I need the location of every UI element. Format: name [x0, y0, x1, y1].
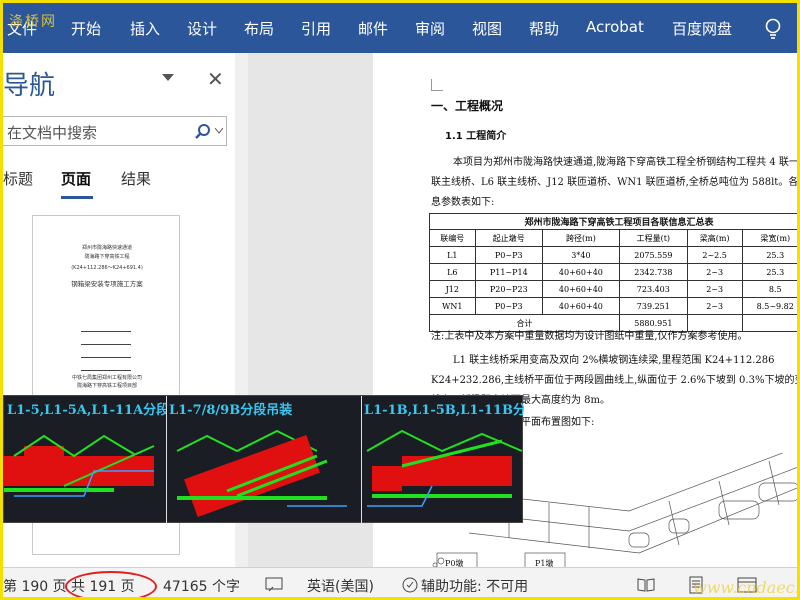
tab-home[interactable]: 开始: [71, 18, 101, 39]
accessibility-status[interactable]: 辅助功能: 不可用: [421, 576, 528, 596]
table-cell: L6: [429, 263, 476, 281]
table-cell: 40+60+40: [541, 280, 620, 298]
table-cell: 739.251: [618, 297, 688, 315]
table-caption: 郑州市陇海路下穿高铁工程项目各联信息汇总表: [429, 213, 797, 229]
lift-panel-caption: L1-1B,L1-5B,L1-11B分段吊装: [364, 403, 524, 418]
highlight-ring: [65, 571, 157, 597]
tab-acrobat[interactable]: Acrobat: [586, 18, 644, 36]
read-mode-icon[interactable]: [637, 577, 655, 593]
table-cell: 8.5~9.82: [741, 297, 797, 315]
search-box[interactable]: 在文档中搜索: [3, 116, 227, 146]
heading-2: 1.1 工程简介: [445, 131, 507, 142]
language[interactable]: 英语(美国): [307, 576, 374, 596]
tab-view[interactable]: 视图: [472, 18, 502, 39]
table-row: WN1 P0~P3 40+60+40 739.251 2~3 8.5~9.82: [429, 297, 797, 315]
tab-results[interactable]: 结果: [121, 168, 151, 189]
table-cell: 2075.559: [618, 246, 688, 264]
active-tab-indicator: [61, 196, 93, 199]
info-table: 郑州市陇海路下穿高铁工程项目各联信息汇总表 联编号 起止墩号 跨径(m) 工程量…: [429, 213, 797, 332]
table-cell: 40+60+40: [541, 263, 620, 281]
column-header: 跨径(m): [541, 229, 620, 247]
site-watermark: www.cndaec.com: [693, 578, 800, 597]
search-icon[interactable]: [193, 122, 213, 142]
caret-down-icon[interactable]: [215, 128, 223, 134]
accessibility-icon[interactable]: [401, 576, 419, 594]
tab-mailings[interactable]: 邮件: [358, 18, 388, 39]
lightbulb-icon[interactable]: [763, 17, 783, 41]
table-cell: L1: [429, 246, 476, 264]
table-cell: J12: [429, 280, 476, 298]
table-cell: 25.3: [741, 263, 797, 281]
thumbnail-footer: 陇海路下穿高铁工程项目部: [76, 383, 137, 389]
paragraph-line: K24+232.286,主线桥平面位于两段圆曲线上,纵面位于 2.6%下坡到 0…: [431, 375, 800, 386]
table-cell: WN1: [429, 297, 476, 315]
tab-review[interactable]: 审阅: [415, 18, 445, 39]
tab-pages[interactable]: 页面: [61, 168, 91, 189]
thumbnail-footer: 中铁七局集团郑州工程有限公司: [71, 375, 142, 381]
table-row: L1 P0~P3 3*40 2075.559 2~2.5 25.3: [429, 246, 797, 264]
tab-design[interactable]: 设计: [187, 18, 217, 39]
table-cell: 2~3: [686, 280, 743, 298]
table-note: 注:上表中及本方案中重量数据均为设计图纸中重量,仅作方案参考使用。: [431, 331, 748, 342]
page-number[interactable]: 第 190 页: [3, 576, 67, 596]
column-header: 梁高(m): [686, 229, 743, 247]
column-header: 起止墩号: [474, 229, 543, 247]
table-cell: 2~3: [686, 297, 743, 315]
table-header-row: 联编号 起止墩号 跨径(m) 工程量(t) 梁高(m) 梁宽(m): [429, 229, 797, 247]
watermark-logo: 涤桥网: [9, 14, 57, 30]
table-row: J12 P20~P23 40+60+40 723.403 2~3 8.5: [429, 280, 797, 298]
paragraph-line: 本项目为郑州市陇海路快速通道,陇海路下穿高铁工程全桥钢结构工程共 4 联一: [453, 157, 799, 168]
cad-overlay-image: L1-5,L1-5A,L1-11A分段吊装 L1-7/8/9B分段吊装: [3, 395, 524, 524]
column-header: 工程量(t): [618, 229, 688, 247]
table-row: L6 P11~P14 40+60+40 2342.738 2~3 25.3: [429, 263, 797, 281]
lift-panel: L1-7/8/9B分段吊装: [167, 396, 362, 524]
tab-insert[interactable]: 插入: [130, 18, 160, 39]
paragraph-line: 联主线桥、L6 联主线桥、J12 联匝道桥、WN1 联匝道桥,全桥总吨位为 58…: [431, 177, 800, 188]
chevron-down-icon[interactable]: [161, 73, 175, 83]
table-cell: 25.3: [741, 246, 797, 264]
status-bar: 第 190 页 共 191 页 47165 个字 英语(美国) 辅助功能: 不可…: [3, 567, 797, 597]
thumbnail-line: 陇海路下穿高铁工程: [84, 254, 130, 260]
tab-headings[interactable]: 标题: [3, 168, 33, 189]
table-cell: P0~P3: [474, 297, 543, 315]
tab-layout[interactable]: 布局: [244, 18, 274, 39]
ribbon-tab-bar: 文件 开始 插入 设计 布局 引用 邮件 审阅 视图 帮助 Acrobat 百度…: [3, 3, 797, 53]
thumbnail-line: (K24+112.286～K24+691.4): [71, 265, 143, 271]
thumbnail-title: 钢箱梁安装专项施工方案: [71, 280, 143, 288]
table-cell: P20~P23: [474, 280, 543, 298]
paragraph-line: L1 联主线桥采用变高及双向 2%横坡钢连续梁,里程范围 K24+112.286: [453, 355, 775, 366]
table-cell: 723.403: [618, 280, 688, 298]
margin-marker: [431, 79, 443, 91]
lift-panel: L1-5,L1-5A,L1-11A分段吊装: [4, 396, 167, 524]
column-header: 梁宽(m): [741, 229, 797, 247]
paragraph-line: 息参数表如下:: [431, 197, 495, 208]
thumbnail-line: 郑州市陇海路快速通道: [81, 245, 132, 251]
lift-panel-caption: L1-5,L1-5A,L1-11A分段吊装: [7, 403, 166, 418]
close-icon[interactable]: ✕: [207, 67, 224, 91]
table-cell: 40+60+40: [541, 297, 620, 315]
table-cell: 3*40: [541, 246, 620, 264]
proofing-icon[interactable]: [265, 577, 283, 593]
navigation-pane-title: 导航: [3, 71, 56, 101]
search-input[interactable]: 在文档中搜索: [7, 122, 97, 143]
lift-panel-caption: L1-7/8/9B分段吊装: [169, 403, 293, 418]
paragraph-line: 平面布置图如下:: [521, 417, 595, 428]
app-window: 文件 开始 插入 设计 布局 引用 邮件 审阅 视图 帮助 Acrobat 百度…: [0, 0, 800, 600]
table-cell: 2342.738: [618, 263, 688, 281]
lift-panel: L1-1B,L1-5B,L1-11B分段吊装: [362, 396, 524, 524]
tab-references[interactable]: 引用: [301, 18, 331, 39]
table-cell: 8.5: [741, 280, 797, 298]
table-cell: P11~P14: [474, 263, 543, 281]
tab-help[interactable]: 帮助: [529, 18, 559, 39]
word-count[interactable]: 47165 个字: [163, 576, 240, 596]
tab-baidu-netdisk[interactable]: 百度网盘: [672, 18, 732, 39]
column-header: 联编号: [429, 229, 476, 247]
table-cell: 2~2.5: [686, 246, 743, 264]
table-cell: P0~P3: [474, 246, 543, 264]
heading-1: 一、工程概况: [431, 99, 504, 113]
table-cell: 2~3: [686, 263, 743, 281]
